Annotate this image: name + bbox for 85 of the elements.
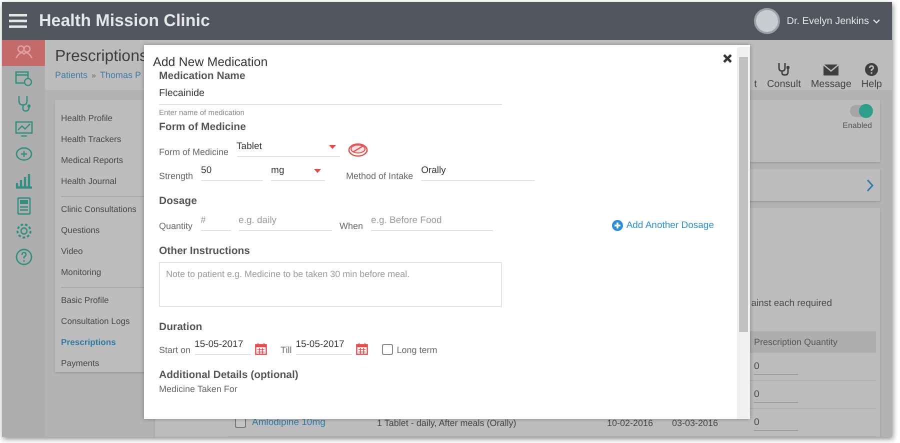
table-cell: 03-03-2016 xyxy=(672,418,718,428)
caret-icon xyxy=(314,168,322,172)
toolbar-button[interactable]: Message xyxy=(810,64,852,90)
avatar[interactable] xyxy=(754,8,780,34)
side-menu-item[interactable]: Clinic Consultations xyxy=(61,199,136,220)
table-cell: 1 Tablet - daily, After meals (Orally) xyxy=(377,418,516,428)
tablet-icon xyxy=(348,143,368,157)
bar-chart-icon xyxy=(14,171,32,190)
calendar-icon xyxy=(254,343,267,355)
caret-icon xyxy=(328,144,336,148)
calendar-clock-icon xyxy=(14,69,32,88)
help-icon xyxy=(14,248,32,266)
section-heading: Duration xyxy=(159,321,204,333)
chevron-right-icon xyxy=(866,178,874,192)
quantity-field[interactable]: 0 xyxy=(754,358,798,374)
nav-rail-item[interactable] xyxy=(2,40,45,66)
menu-icon xyxy=(9,14,27,28)
side-menu-item[interactable]: Basic Profile xyxy=(61,290,109,311)
close-icon xyxy=(723,54,732,63)
menu-button[interactable] xyxy=(9,14,27,28)
envelope-icon xyxy=(823,64,840,76)
field-label: Strength xyxy=(159,171,194,181)
side-menu-item[interactable]: Payments xyxy=(61,353,100,374)
field-label: Start on xyxy=(159,345,191,355)
side-menu-item[interactable]: Health Profile xyxy=(61,108,113,129)
checkbox-label: Long term xyxy=(396,345,438,355)
end-date-field[interactable]: 15-05-2017 xyxy=(296,337,352,355)
section-heading: Other Instructions xyxy=(159,245,252,257)
scrollbar[interactable] xyxy=(737,47,750,419)
long-term-checkbox[interactable] xyxy=(382,344,393,355)
side-menu-item[interactable]: Medical Reports xyxy=(61,150,124,171)
toolbar-button[interactable]: Help xyxy=(861,63,882,90)
help-icon xyxy=(865,63,878,76)
expand-button[interactable] xyxy=(866,178,874,192)
monitor-chart-icon xyxy=(14,120,32,138)
section-heading: Additional Details (optional) xyxy=(159,369,300,381)
when-field[interactable]: e.g. Before Food xyxy=(371,213,494,231)
side-menu-item[interactable]: Monitoring xyxy=(61,262,102,283)
dropdown[interactable]: Tablet xyxy=(236,139,340,157)
column-header: Prescription Quantity xyxy=(753,336,839,349)
medication-name-field[interactable]: Flecainide xyxy=(159,86,502,105)
close-button[interactable] xyxy=(721,52,734,65)
calculator-icon xyxy=(14,196,32,215)
quantity-field[interactable]: 0 xyxy=(754,414,798,430)
calendar-icon xyxy=(356,343,368,355)
instruction-text: ainst each required xyxy=(751,298,832,309)
side-menu-item[interactable]: Questions xyxy=(61,220,100,241)
calendar-button[interactable] xyxy=(356,343,368,355)
side-menu-item[interactable]: Consultation Logs xyxy=(61,311,130,332)
section-heading: Medication Name xyxy=(159,70,246,82)
field-label: Form of Medicine xyxy=(159,147,229,157)
gear-icon xyxy=(14,222,32,240)
user-menu[interactable]: Dr. Evelyn Jenkins xyxy=(786,16,880,26)
table-cell: 10-02-2016 xyxy=(607,418,654,428)
strength-field[interactable]: 50 xyxy=(201,163,264,181)
dropdown[interactable]: mg xyxy=(271,163,326,181)
quantity-field[interactable]: 0 xyxy=(754,386,798,402)
calendar-button[interactable] xyxy=(254,343,267,355)
chevron-down-icon xyxy=(873,18,880,24)
plus-icon xyxy=(612,220,624,231)
toggle-label: Enabled xyxy=(842,121,872,130)
dialog-title: Add New Medication xyxy=(153,55,268,69)
field-label: Method of Intake xyxy=(346,171,414,181)
field-label: When xyxy=(340,221,364,231)
field-label: Medicine Taken For xyxy=(159,384,238,394)
frequency-field[interactable]: e.g. daily xyxy=(238,213,332,231)
side-menu-item[interactable]: Health Journal xyxy=(61,171,116,192)
field-label: Quantity xyxy=(159,221,193,231)
start-date-field[interactable]: 15-05-2017 xyxy=(194,337,251,355)
section-heading: Dosage xyxy=(159,195,198,207)
app-title: Health Mission Clinic xyxy=(39,11,210,31)
intake-field[interactable]: Orally xyxy=(421,163,536,181)
quantity-field[interactable]: # xyxy=(200,213,231,231)
side-menu-item[interactable]: Video xyxy=(61,241,83,262)
page-title: Prescriptions xyxy=(55,48,148,66)
add-dosage-link[interactable]: Add Another Dosage xyxy=(612,220,714,231)
breadcrumb-separator: » xyxy=(92,70,96,80)
instructions-field[interactable]: Note to patient e.g. Medicine to be taken 30 min before meal. xyxy=(159,262,502,307)
enabled-toggle[interactable] xyxy=(850,105,872,117)
side-menu-item[interactable]: Health Trackers xyxy=(61,129,122,150)
toolbar-label: t xyxy=(754,79,757,90)
field-label: Till xyxy=(280,345,292,355)
stethoscope-icon xyxy=(776,62,791,76)
toolbar-button[interactable]: Consult xyxy=(766,62,801,90)
section-heading: Form of Medicine xyxy=(159,121,247,133)
